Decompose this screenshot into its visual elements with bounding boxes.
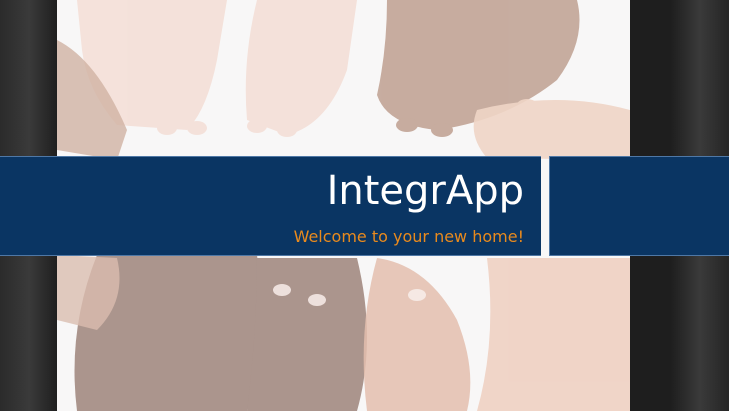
banner-accent-block [549,156,729,256]
title-slide: IntegrApp Welcome to your new home! [0,0,729,411]
slide-title: IntegrApp [326,168,524,214]
slide-subtitle: Welcome to your new home! [293,227,524,246]
title-banner: IntegrApp Welcome to your new home! [0,156,541,256]
